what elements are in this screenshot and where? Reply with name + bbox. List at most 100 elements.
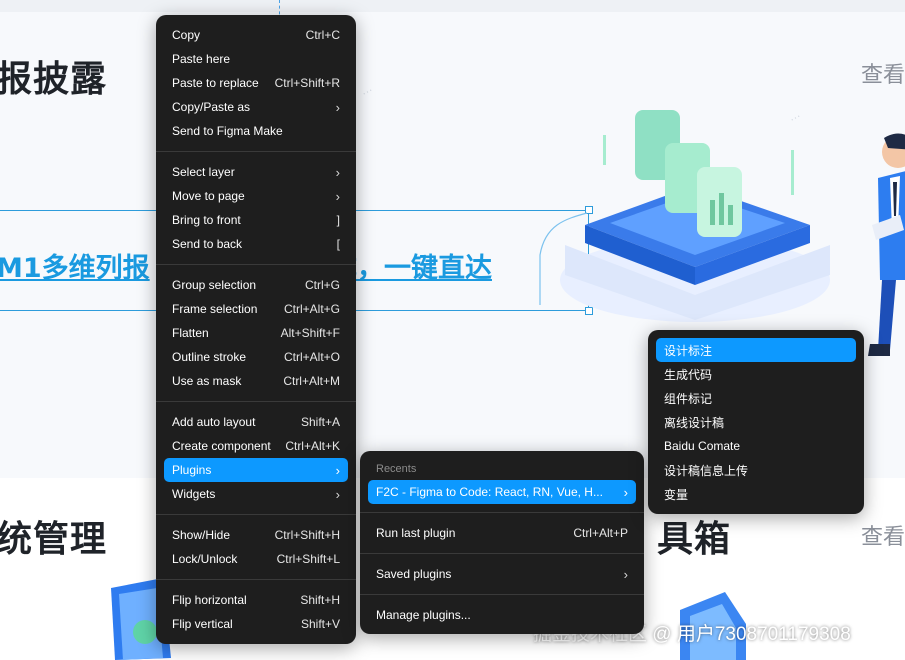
menu-item-copy[interactable]: Copy Ctrl+C bbox=[164, 23, 348, 47]
menu-item-paste-to-replace[interactable]: Paste to replace Ctrl+Shift+R bbox=[164, 71, 348, 95]
menu-item-label: Lock/Unlock bbox=[172, 552, 238, 566]
menu-item-manage-plugins[interactable]: Manage plugins... bbox=[368, 603, 636, 627]
menu-divider bbox=[156, 151, 356, 152]
menu-item-label: Create component bbox=[172, 439, 271, 453]
f2c-item-variables[interactable]: 变量 bbox=[656, 482, 856, 506]
menu-item-label: 变量 bbox=[664, 487, 689, 502]
menu-item-shortcut: Ctrl+Alt+K bbox=[285, 439, 340, 453]
menu-item-add-auto-layout[interactable]: Add auto layout Shift+A bbox=[164, 410, 348, 434]
menu-item-run-last-plugin[interactable]: Run last plugin Ctrl+Alt+P bbox=[368, 521, 636, 545]
menu-divider bbox=[360, 553, 644, 554]
menu-item-label: Bring to front bbox=[172, 213, 241, 227]
menu-item-outline-stroke[interactable]: Outline stroke Ctrl+Alt+O bbox=[164, 345, 348, 369]
menu-item-shortcut: Ctrl+Shift+R bbox=[274, 76, 340, 90]
f2c-item-component-mark[interactable]: 组件标记 bbox=[656, 386, 856, 410]
menu-item-shortcut: Ctrl+Shift+L bbox=[276, 552, 340, 566]
menu-item-label: Manage plugins... bbox=[376, 608, 471, 622]
plugin-item-f2c[interactable]: F2C - Figma to Code: React, RN, Vue, H..… bbox=[368, 480, 636, 504]
section-heading-top: 报披露 bbox=[0, 59, 108, 100]
chevron-right-icon: › bbox=[335, 164, 340, 180]
menu-item-shortcut: Shift+A bbox=[300, 415, 340, 429]
menu-item-copy-paste-as[interactable]: Copy/Paste as › bbox=[164, 95, 348, 119]
menu-divider bbox=[156, 401, 356, 402]
menu-item-send-to-figma-make[interactable]: Send to Figma Make bbox=[164, 119, 348, 143]
canvas-watermark: ··· bbox=[359, 84, 376, 100]
menu-item-label: Paste to replace bbox=[172, 76, 259, 90]
menu-item-label: Flatten bbox=[172, 326, 209, 340]
banner-text-left: M1多维列报 bbox=[0, 253, 150, 284]
menu-item-flip-horizontal[interactable]: Flip horizontal Shift+H bbox=[164, 588, 348, 612]
chevron-right-icon: › bbox=[335, 188, 340, 204]
menu-item-label: 组件标记 bbox=[664, 391, 713, 406]
menu-divider bbox=[360, 594, 644, 595]
menu-item-shortcut: Ctrl+Alt+G bbox=[283, 302, 340, 316]
menu-item-plugins[interactable]: Plugins › bbox=[164, 458, 348, 482]
menu-item-label: F2C - Figma to Code: React, RN, Vue, H..… bbox=[376, 485, 603, 499]
section-heading-bottom-left: 统管理 bbox=[0, 519, 108, 560]
menu-item-label: Widgets bbox=[172, 487, 216, 501]
menu-item-label: Flip horizontal bbox=[172, 593, 247, 607]
menu-item-select-layer[interactable]: Select layer › bbox=[164, 160, 348, 184]
menu-item-shortcut: Ctrl+G bbox=[304, 278, 340, 292]
menu-item-show-hide[interactable]: Show/Hide Ctrl+Shift+H bbox=[164, 523, 348, 547]
menu-item-label: Select layer bbox=[172, 165, 235, 179]
menu-item-label: Move to page bbox=[172, 189, 245, 203]
menu-item-shortcut: Ctrl+Alt+P bbox=[573, 526, 628, 540]
menu-item-flatten[interactable]: Flatten Alt+Shift+F bbox=[164, 321, 348, 345]
view-more-link-bottom[interactable]: 查看 bbox=[861, 519, 905, 551]
recents-header: Recents bbox=[376, 463, 417, 475]
menu-item-paste-here[interactable]: Paste here bbox=[164, 47, 348, 71]
f2c-item-design-annotation[interactable]: 设计标注 bbox=[656, 338, 856, 362]
menu-item-label: 设计稿信息上传 bbox=[664, 463, 749, 478]
menu-item-label: 离线设计稿 bbox=[664, 415, 725, 430]
f2c-item-upload-design-info[interactable]: 设计稿信息上传 bbox=[656, 458, 856, 482]
f2c-item-offline-design[interactable]: 离线设计稿 bbox=[656, 410, 856, 434]
menu-item-label: Copy bbox=[172, 28, 201, 42]
menu-item-send-to-back[interactable]: Send to back [ bbox=[164, 232, 348, 256]
menu-item-label: Baidu Comate bbox=[664, 439, 741, 453]
chevron-right-icon: › bbox=[623, 566, 628, 582]
menu-item-move-to-page[interactable]: Move to page › bbox=[164, 184, 348, 208]
menu-item-use-as-mask[interactable]: Use as mask Ctrl+Alt+M bbox=[164, 369, 348, 393]
menu-item-label: Run last plugin bbox=[376, 526, 456, 540]
chevron-right-icon: › bbox=[623, 484, 628, 500]
menu-item-label: Frame selection bbox=[172, 302, 258, 316]
menu-divider bbox=[156, 514, 356, 515]
menu-item-shortcut: Ctrl+Alt+M bbox=[283, 374, 340, 388]
menu-item-label: Add auto layout bbox=[172, 415, 256, 429]
menu-divider bbox=[156, 579, 356, 580]
f2c-submenu: 设计标注 生成代码 组件标记 离线设计稿 Baidu Comate 设计稿信息上… bbox=[648, 330, 864, 514]
f2c-item-baidu-comate[interactable]: Baidu Comate bbox=[656, 434, 856, 458]
menu-item-create-component[interactable]: Create component Ctrl+Alt+K bbox=[164, 434, 348, 458]
plugins-submenu: Recents F2C - Figma to Code: React, RN, … bbox=[360, 451, 644, 634]
menu-item-label: Plugins bbox=[172, 463, 212, 477]
canvas-top-strip bbox=[0, 0, 905, 12]
menu-item-label: Send to Figma Make bbox=[172, 124, 283, 138]
menu-item-shortcut: Shift+H bbox=[300, 593, 340, 607]
context-menu: Copy Ctrl+C Paste here Paste to replace Ct… bbox=[156, 15, 356, 644]
menu-item-shortcut: Ctrl+C bbox=[305, 28, 340, 42]
menu-item-bring-to-front[interactable]: Bring to front] bbox=[164, 208, 348, 232]
chevron-right-icon: › bbox=[335, 486, 340, 502]
chevron-right-icon: › bbox=[335, 99, 340, 115]
menu-item-frame-selection[interactable]: Frame selection Ctrl+Alt+G bbox=[164, 297, 348, 321]
menu-item-label: Saved plugins bbox=[376, 567, 452, 581]
menu-item-label: Outline stroke bbox=[172, 350, 247, 364]
menu-item-saved-plugins[interactable]: Saved plugins › bbox=[368, 562, 636, 586]
menu-item-lock-unlock[interactable]: Lock/Unlock Ctrl+Shift+L bbox=[164, 547, 348, 571]
menu-item-label: Copy/Paste as bbox=[172, 100, 251, 114]
menu-item-shortcut: Ctrl+Shift+H bbox=[274, 528, 340, 542]
menu-item-shortcut: Alt+Shift+F bbox=[280, 326, 340, 340]
menu-item-label: Group selection bbox=[172, 278, 257, 292]
menu-item-label: 设计标注 bbox=[664, 343, 713, 358]
menu-item-shortcut: Ctrl+Alt+O bbox=[283, 350, 340, 364]
f2c-item-generate-code[interactable]: 生成代码 bbox=[656, 362, 856, 386]
view-more-link-top[interactable]: 查看 bbox=[861, 57, 905, 89]
menu-item-shortcut: ] bbox=[336, 213, 340, 227]
menu-item-widgets[interactable]: Widgets › bbox=[164, 482, 348, 506]
menu-item-label: Flip vertical bbox=[172, 617, 233, 631]
menu-divider bbox=[360, 512, 644, 513]
chevron-right-icon: › bbox=[335, 462, 340, 478]
menu-item-group-selection[interactable]: Group selection Ctrl+G bbox=[164, 273, 348, 297]
menu-item-flip-vertical[interactable]: Flip vertical Shift+V bbox=[164, 612, 348, 636]
